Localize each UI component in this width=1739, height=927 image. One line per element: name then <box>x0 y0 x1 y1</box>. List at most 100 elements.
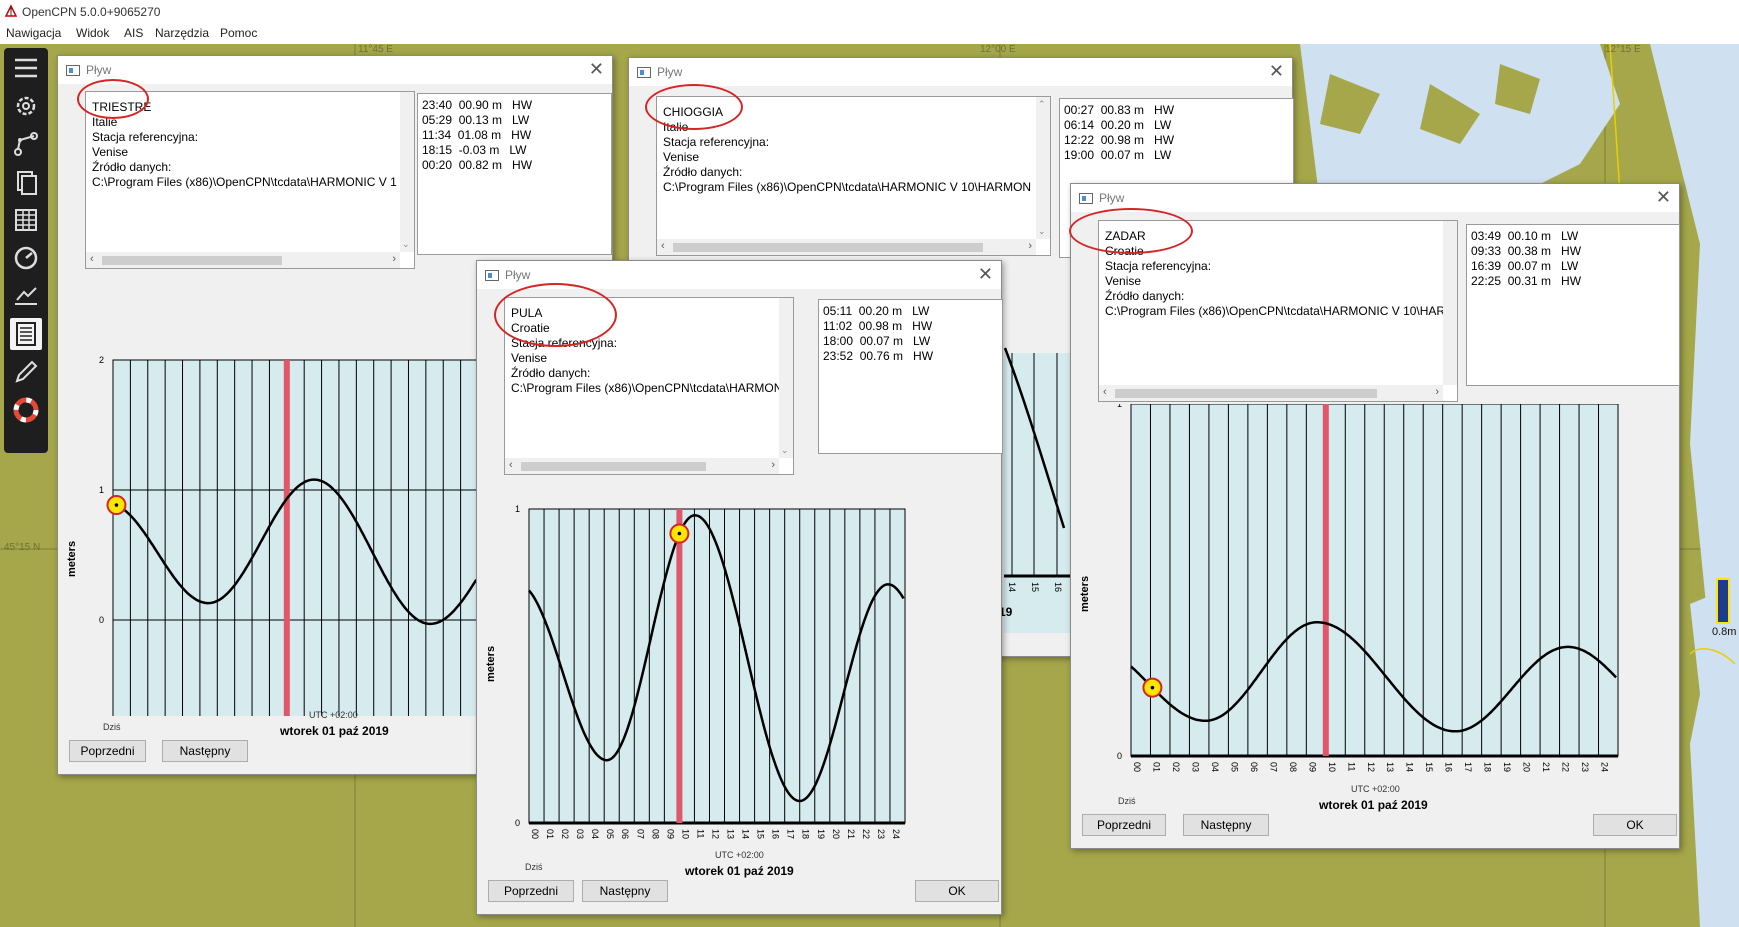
x-tick-label: 19 <box>1502 762 1512 772</box>
x-tick-label: 19 <box>816 829 826 839</box>
graph-background <box>1130 404 1619 757</box>
current-indicator-icon[interactable] <box>1716 578 1730 624</box>
y-tick-label: 1 <box>515 504 520 514</box>
x-tick-label: 06 <box>1249 762 1259 772</box>
route-icon[interactable] <box>10 128 42 160</box>
x-tick-label: 06 <box>620 829 630 839</box>
vertical-scrollbar[interactable] <box>1443 221 1457 385</box>
dashboard-icon[interactable] <box>10 242 42 274</box>
ok-button[interactable]: OK <box>915 880 999 902</box>
previous-button[interactable]: Poprzedni <box>69 740 146 762</box>
tide-events-list[interactable]: 23:40 00.90 m HW 05:29 00.13 m LW 11:34 … <box>417 93 612 255</box>
x-tick-label: 15 <box>1424 762 1434 772</box>
longitude-label-3: 12°15 E <box>1605 44 1641 55</box>
previous-button[interactable]: Poprzedni <box>1082 814 1166 836</box>
vertical-scrollbar[interactable]: ⌄ <box>779 298 793 458</box>
close-icon[interactable]: ✕ <box>589 59 604 80</box>
next-button[interactable]: Następny <box>582 880 668 902</box>
tide-event: 18:00 00.07 m LW <box>823 334 931 348</box>
x-tick-label: 22 <box>861 829 871 839</box>
x-tick-label: 07 <box>635 829 645 839</box>
next-button[interactable]: Następny <box>162 740 248 762</box>
x-tick-label: 03 <box>575 829 585 839</box>
menu-widok[interactable]: Widok <box>76 26 109 40</box>
menu-ais[interactable]: AIS <box>124 26 143 40</box>
x-tick-label: 11 <box>695 829 705 838</box>
tide-event: 18:15 -0.03 m LW <box>422 143 527 157</box>
notes-icon[interactable] <box>10 318 42 350</box>
x-tick-label: 08 <box>1288 762 1298 772</box>
close-icon[interactable]: ✕ <box>978 264 993 285</box>
menu-narzedzia[interactable]: Narzędzia <box>155 26 209 40</box>
x-tick-label: 05 <box>605 829 615 839</box>
latitude-label: 45°15 N <box>4 542 41 553</box>
tide-events-list[interactable]: 03:49 00.10 m LW 09:33 00.38 m HW 16:39 … <box>1466 224 1680 386</box>
pencil-icon[interactable] <box>10 356 42 388</box>
window-titlebar: OpenCPN 5.0.0+9065270 <box>0 0 1739 24</box>
dialog-title: Pływ <box>505 268 531 282</box>
y-tick-label: 0 <box>515 818 520 828</box>
x-tick-label: 13 <box>1385 762 1395 772</box>
tide-event: 23:52 00.76 m HW <box>823 349 934 363</box>
x-tick-label: 20 <box>1522 762 1532 772</box>
x-tick-label: 21 <box>1541 762 1551 772</box>
menu-pomoc[interactable]: Pomoc <box>220 26 257 40</box>
menu-icon[interactable] <box>10 52 42 84</box>
station-info-box[interactable]: TRIESTRE Italie Stacja referencyjna: Ven… <box>85 91 415 269</box>
x-tick-label: 02 <box>1171 762 1181 772</box>
horizontal-scrollbar[interactable]: ‹ › <box>86 252 400 268</box>
y-axis-label: meters <box>485 645 497 682</box>
y-tick-label: 1 <box>99 485 104 495</box>
utc-label: UTC +02:00 <box>1351 784 1400 794</box>
x-tick-label: 04 <box>590 829 600 839</box>
previous-button[interactable]: Poprzedni <box>488 880 574 902</box>
tide-event: 23:40 00.90 m HW <box>422 98 533 112</box>
x-tick-label: 14 <box>1405 762 1415 772</box>
x-tick-label: 09 <box>1307 762 1317 772</box>
ok-button[interactable]: OK <box>1593 814 1677 836</box>
date-label: wtorek 01 paź 2019 <box>1319 798 1428 812</box>
horizontal-scrollbar[interactable]: ‹ › <box>1099 385 1443 401</box>
layers-icon[interactable] <box>10 166 42 198</box>
track-icon[interactable] <box>10 280 42 312</box>
grid-icon[interactable] <box>10 204 42 236</box>
y-tick-label: 0 <box>99 615 104 625</box>
date-label: wtorek 01 paź 2019 <box>685 864 794 878</box>
lifebuoy-icon[interactable] <box>10 394 42 426</box>
data-source-path: C:\Program Files (x86)\OpenCPN\tcdata\HA… <box>92 175 397 189</box>
tide-event: 11:02 00.98 m HW <box>823 319 933 333</box>
dialog-title: Pływ <box>86 63 112 77</box>
close-icon[interactable]: ✕ <box>1656 187 1671 208</box>
dialog-titlebar[interactable]: Pływ ✕ <box>477 261 1001 289</box>
x-tick-label: 20 <box>831 829 841 839</box>
dialog-titlebar[interactable]: Pływ ✕ <box>58 56 612 84</box>
station-info-box[interactable]: ZADAR Croatie Stacja referencyjna: Venis… <box>1098 220 1458 402</box>
current-tide-dot <box>114 503 119 507</box>
dialog-titlebar[interactable]: Pływ ✕ <box>1071 184 1679 212</box>
x-tick-label: 24 <box>1600 762 1610 772</box>
station-name: PULA <box>511 306 543 320</box>
x-tick-label: 17 <box>1463 762 1473 772</box>
x-tick-label: 15 <box>1030 582 1040 592</box>
x-tick-label: 01 <box>1151 762 1161 772</box>
station-info-box[interactable]: PULA Croatie Stacja referencyjna: Venise… <box>504 297 794 475</box>
horizontal-scrollbar[interactable]: ‹ › <box>505 458 779 474</box>
data-source-label: Źródło danych: <box>511 366 591 380</box>
tide-events-list[interactable]: 05:11 00.20 m LW 11:02 00.98 m HW 18:00 … <box>818 299 1003 454</box>
data-source-label: Źródło danych: <box>1105 289 1185 303</box>
reference-station-label: Stacja referencyjna: <box>511 336 618 350</box>
x-tick-label: 11 <box>1346 762 1356 771</box>
x-tick-label: 04 <box>1210 762 1220 772</box>
reference-station: Venise <box>92 145 129 159</box>
vertical-scrollbar[interactable]: ⌄ <box>400 92 414 252</box>
tide-event: 22:25 00.31 m HW <box>1471 274 1582 288</box>
x-tick-label: 23 <box>1580 762 1590 772</box>
x-tick-label: 05 <box>1229 762 1239 772</box>
next-button[interactable]: Następny <box>1183 814 1269 836</box>
settings-icon[interactable] <box>10 90 42 122</box>
data-source-label: Źródło danych: <box>92 160 172 174</box>
longitude-label-1: 11°45 E <box>358 44 393 55</box>
menu-nawigacja[interactable]: Nawigacja <box>6 26 61 40</box>
station-name: TRIESTRE <box>92 100 152 114</box>
window-icon <box>485 270 499 281</box>
